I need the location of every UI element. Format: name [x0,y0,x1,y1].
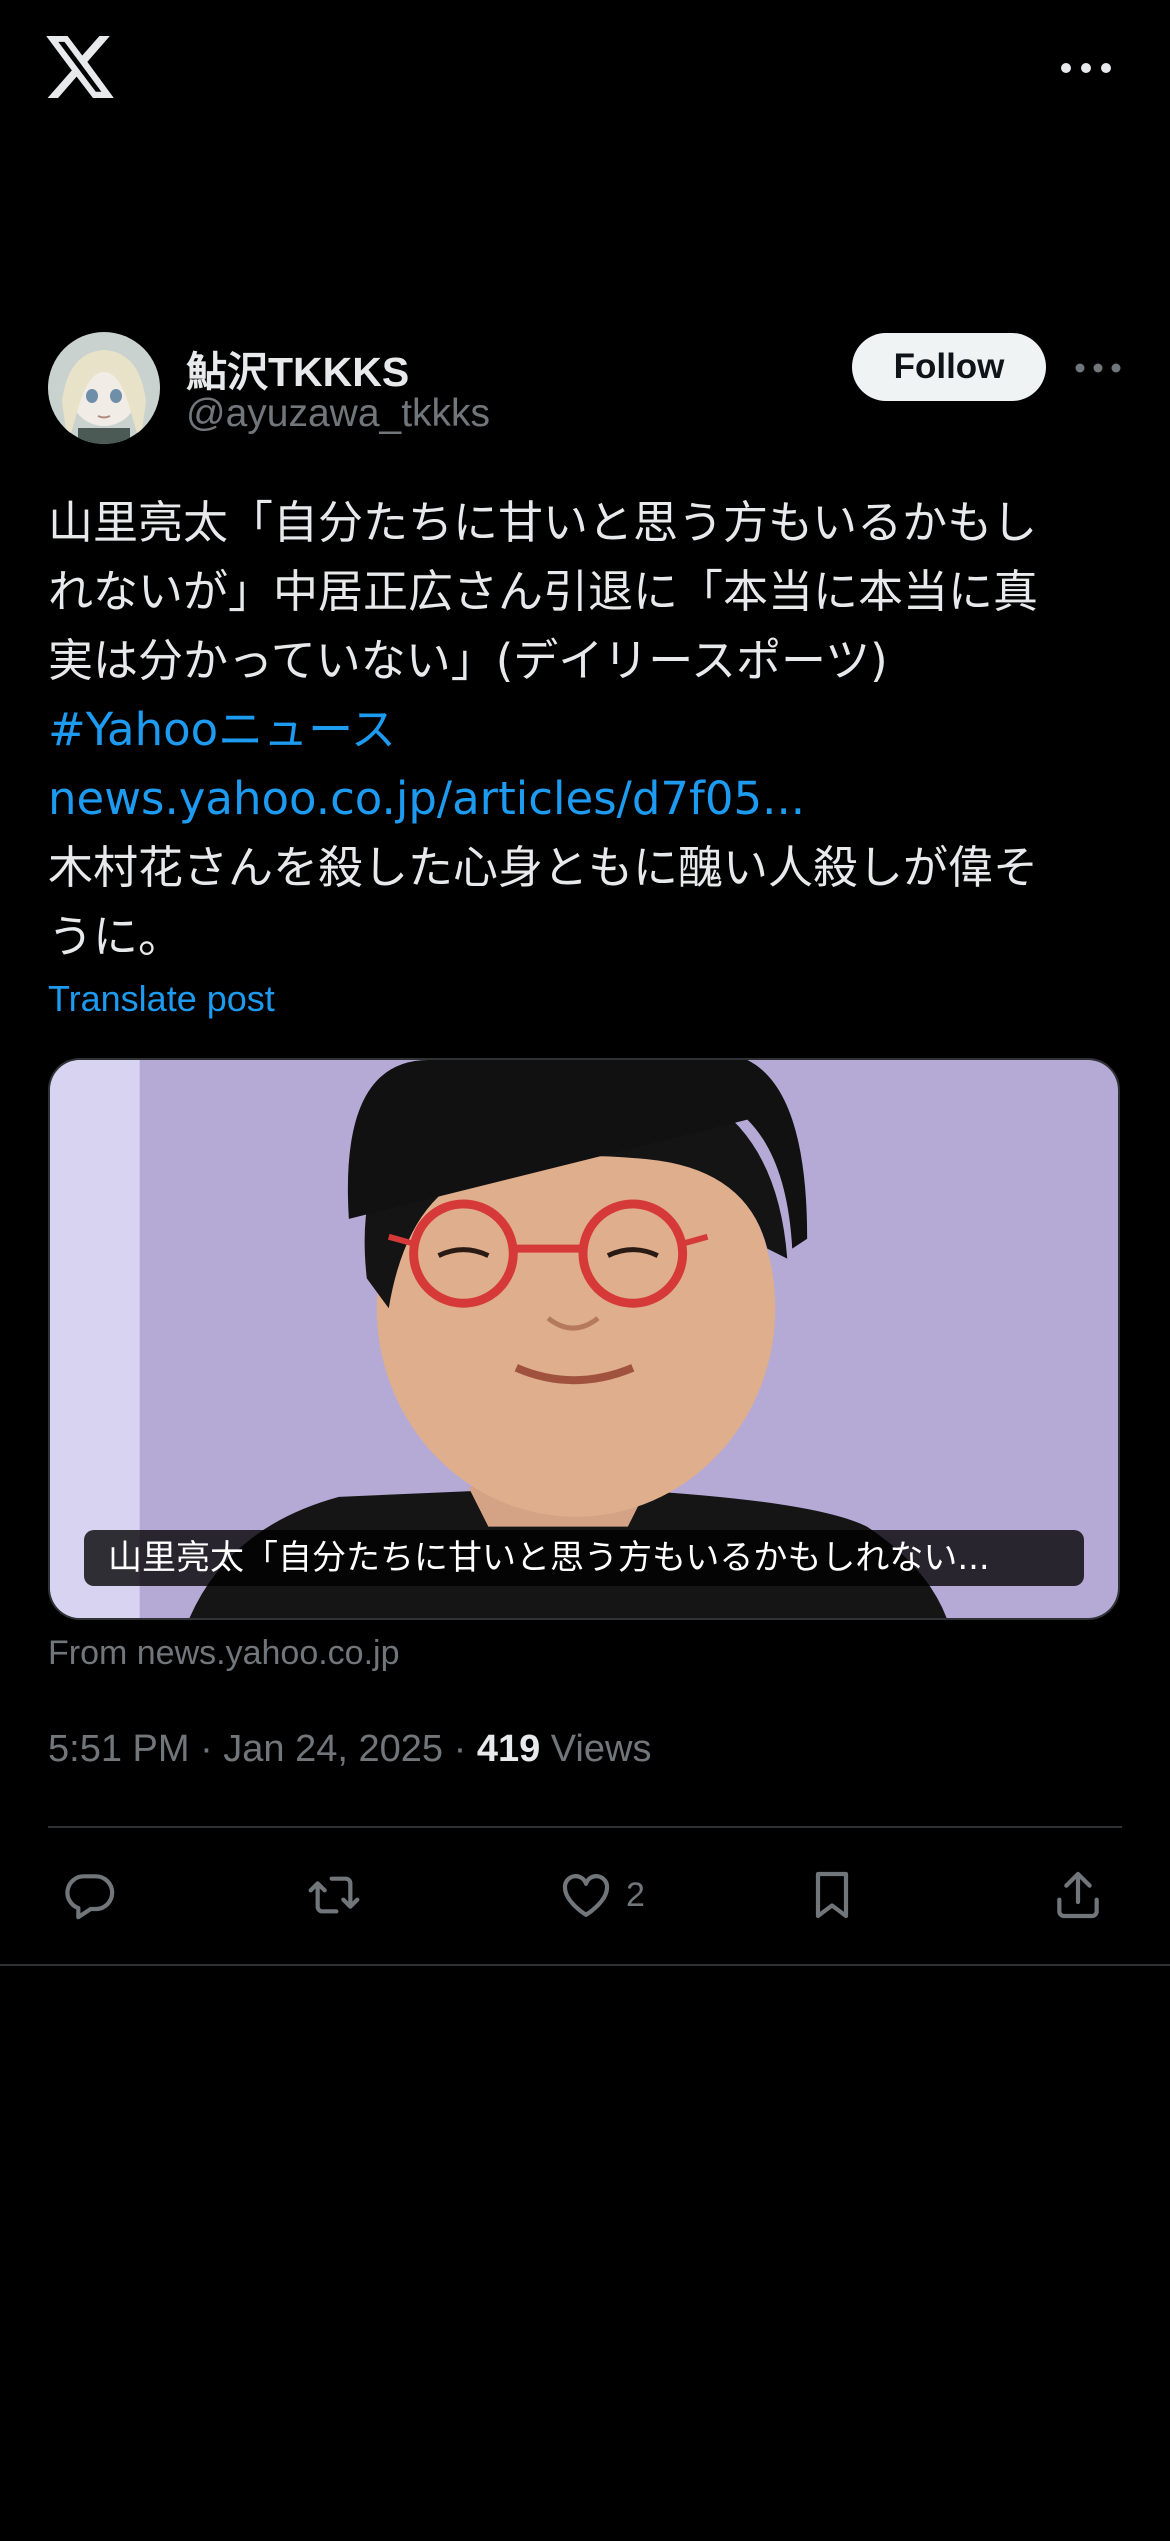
author-row: 鮎沢TKKKS @ayuzawa_tkkks Follow [48,332,1122,448]
bookmark-button[interactable] [804,1860,860,1930]
tweet-text-line: れないが」中居正広さん引退に「本当に本当に真 [48,565,1039,618]
bookmark-icon [815,1871,849,1919]
avatar[interactable] [48,332,160,444]
tweet-comment-line: 木村花さんを殺した心身ともに醜い人殺しが偉そ [48,841,1039,894]
more-horizontal-icon[interactable] [1074,358,1122,378]
tweet-comment-line: うに。 [48,910,184,963]
link-preview-card[interactable]: 山里亮太「自分たちに甘いと思う方もいるかもしれない... [48,1058,1120,1620]
views-label: Views [540,1728,652,1770]
retweet-icon [308,1876,360,1914]
display-name[interactable]: 鮎沢TKKKS [186,338,409,398]
divider [0,1964,1170,1966]
views-count: 419 [476,1728,541,1770]
divider [48,1826,1122,1828]
tweet-text: 山里亮太「自分たちに甘いと思う方もいるかもし れないが」中居正広さん引退に「本当… [48,488,1128,971]
share-button[interactable] [1050,1860,1106,1930]
retweet-button[interactable] [306,1860,362,1930]
tweet-meta: 5:51 PM · Jan 24, 2025 · 419 Views [48,1728,651,1771]
share-icon [1057,1871,1099,1919]
like-count: 2 [626,1875,645,1914]
action-bar: 2 [0,1860,1170,1930]
translate-post-link[interactable]: Translate post [48,978,275,1020]
heart-icon [562,1874,610,1917]
x-logo[interactable] [46,36,114,98]
card-caption: 山里亮太「自分たちに甘いと思う方もいるかもしれない... [84,1530,1084,1586]
hashtag-link[interactable]: #Yahooニュース [48,695,1128,764]
tweet-text-line: 山里亮太「自分たちに甘いと思う方もいるかもし [48,496,1038,549]
timestamp[interactable]: 5:51 PM · Jan 24, 2025 · [48,1728,477,1770]
user-handle[interactable]: @ayuzawa_tkkks [186,392,490,436]
top-bar [0,0,1170,140]
reply-icon [65,1874,115,1920]
tweet-text-line: 実は分かっていない」(デイリースポーツ) [48,634,888,687]
reply-button[interactable] [62,1860,118,1930]
more-horizontal-icon[interactable] [1060,56,1112,80]
follow-button[interactable]: Follow [852,333,1046,401]
card-source[interactable]: From news.yahoo.co.jp [48,1634,400,1673]
article-link[interactable]: news.yahoo.co.jp/articles/d7f05... [48,764,1128,833]
like-button[interactable]: 2 [558,1860,645,1930]
